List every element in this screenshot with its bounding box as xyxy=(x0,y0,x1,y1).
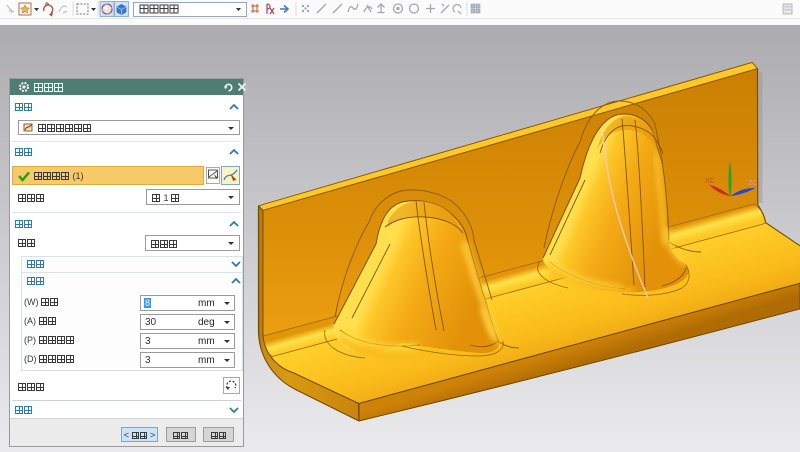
svg-text:ZC: ZC xyxy=(748,180,757,187)
svg-text:XC: XC xyxy=(705,178,715,185)
